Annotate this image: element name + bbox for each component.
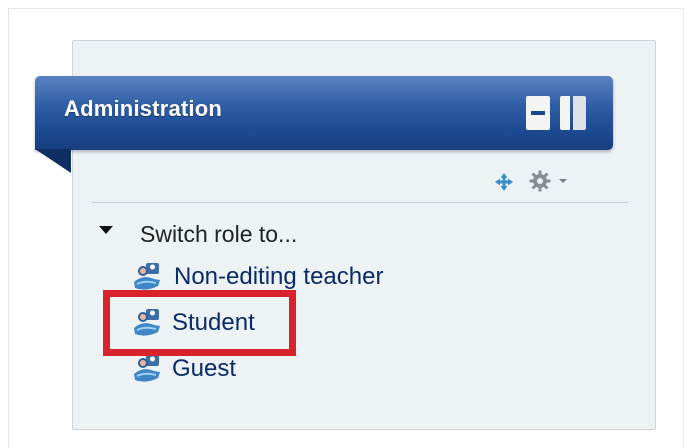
settings-menu[interactable] xyxy=(528,169,576,193)
user-role-icon xyxy=(132,354,162,384)
role-item-student[interactable]: Student xyxy=(132,306,255,340)
block-divider xyxy=(92,202,628,203)
dock-icon-right xyxy=(573,96,586,130)
caret-down-icon xyxy=(559,179,567,183)
role-label: Student xyxy=(172,309,255,336)
role-item-non-editing-teacher[interactable]: Non-editing teacher xyxy=(132,260,383,294)
switch-role-label[interactable]: Switch role to... xyxy=(140,221,297,248)
role-item-guest[interactable]: Guest xyxy=(132,352,236,386)
user-role-icon xyxy=(132,262,162,292)
minimize-icon[interactable] xyxy=(526,96,550,130)
header-ribbon-fold xyxy=(35,149,71,173)
role-label: Non-editing teacher xyxy=(174,263,384,290)
block-title: Administration xyxy=(64,96,223,121)
move-icon[interactable] xyxy=(494,172,514,192)
user-role-icon xyxy=(132,308,162,338)
gear-icon xyxy=(529,170,551,192)
dock-icon[interactable] xyxy=(560,96,586,130)
dock-icon-left xyxy=(560,96,570,130)
role-label: Guest xyxy=(172,355,237,382)
triangle-down-icon[interactable] xyxy=(99,226,113,234)
